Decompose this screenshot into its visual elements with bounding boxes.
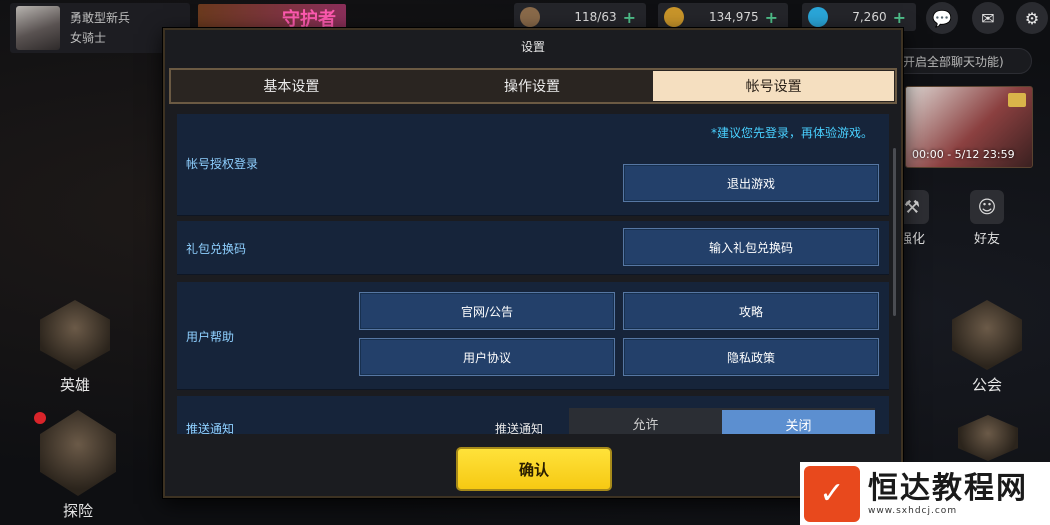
official-site-button[interactable]: 官网/公告 — [359, 292, 615, 330]
player-avatar — [16, 6, 60, 50]
site-watermark: ✓ 恒达教程网 www.sxhdcj.com — [800, 462, 1050, 525]
event-card[interactable]: 00:00 - 5/12 23:59 — [905, 86, 1033, 168]
coffee-icon — [520, 7, 540, 27]
gold-value: 134,975 — [708, 10, 759, 24]
account-login-row: 帐号授权登录 *建议您先登录，再体验游戏。 退出游戏 — [177, 114, 889, 216]
gold-coin-icon — [664, 7, 684, 27]
player-rank: 勇敢型新兵 — [70, 11, 131, 25]
explore-label: 探险 — [62, 502, 93, 520]
guild-shield-icon — [952, 300, 1022, 370]
watermark-url: www.sxhdcj.com — [868, 505, 958, 516]
event-time: 00:00 - 5/12 23:59 — [912, 148, 1015, 161]
push-notification-row: 推送通知 推送通知 允许 关闭 — [177, 396, 889, 434]
hero-emblem-icon — [40, 300, 110, 370]
push-toggle[interactable]: 允许 关闭 — [569, 408, 875, 434]
gem-value: 7,260 — [852, 10, 887, 24]
tab-control-settings[interactable]: 操作设置 — [412, 70, 653, 102]
watermark-name: 恒达教程网 — [868, 470, 1028, 506]
privacy-policy-button[interactable]: 隐私政策 — [623, 338, 879, 376]
tab-basic-settings[interactable]: 基本设置 — [171, 70, 412, 102]
push-notification-label: 推送通知 — [186, 422, 235, 434]
chat-pill-text: 开启全部聊天功能) — [903, 54, 1004, 69]
guide-button[interactable]: 攻略 — [623, 292, 879, 330]
guild-label: 公会 — [971, 376, 1002, 394]
add-gold-icon[interactable]: + — [765, 8, 778, 27]
push-notification-sublabel: 推送通知 — [495, 422, 544, 434]
content-scrollbar[interactable] — [893, 148, 896, 316]
logout-button[interactable]: 退出游戏 — [623, 164, 879, 202]
compass-emblem-icon — [40, 410, 116, 496]
locked-feature — [958, 415, 1018, 465]
gem-icon — [808, 7, 828, 27]
gift-code-label: 礼包兑换码 — [186, 242, 247, 256]
enter-gift-code-button[interactable]: 输入礼包兑换码 — [623, 228, 879, 266]
friends-button[interactable]: ☺ 好友 — [970, 190, 1004, 247]
settings-tabs: 基本设置 操作设置 帐号设置 — [169, 68, 897, 104]
crown-icon — [1008, 93, 1026, 107]
settings-content[interactable]: 帐号授权登录 *建议您先登录，再体验游戏。 退出游戏 礼包兑换码 输入礼包兑换码… — [175, 112, 891, 434]
settings-modal: 设置 基本设置 操作设置 帐号设置 帐号授权登录 *建议您先登录，再体验游戏。 … — [163, 28, 903, 498]
chat-toggle-pill[interactable]: 开启全部聊天功能) — [890, 48, 1032, 74]
modal-title: 设置 — [520, 40, 545, 54]
user-help-row: 用户帮助 官网/公告 攻略 用户协议 隐私政策 — [177, 282, 889, 390]
watermark-logo-icon: ✓ — [804, 465, 860, 522]
tab-account-settings[interactable]: 帐号设置 — [653, 71, 895, 101]
login-hint: *建议您先登录，再体验游戏。 — [710, 126, 873, 140]
stamina-counter[interactable]: 118/63 + — [514, 3, 646, 31]
add-gems-icon[interactable]: + — [893, 8, 906, 27]
guild-button[interactable]: 公会 — [952, 300, 1022, 395]
friends-icon: ☺ — [970, 190, 1004, 224]
explore-button[interactable]: 探险 — [40, 410, 116, 521]
user-help-label: 用户帮助 — [186, 330, 235, 344]
lock-icon — [958, 415, 1018, 461]
gold-counter[interactable]: 134,975 + — [658, 3, 788, 31]
friends-label: 好友 — [973, 232, 1000, 247]
user-agreement-button[interactable]: 用户协议 — [359, 338, 615, 376]
heroes-label: 英雄 — [59, 376, 90, 394]
confirm-button[interactable]: 确认 — [456, 447, 612, 491]
player-class: 女骑士 — [70, 31, 107, 45]
push-off-option[interactable]: 关闭 — [722, 410, 875, 434]
push-allow-option[interactable]: 允许 — [569, 408, 722, 434]
gear-icon[interactable]: ⚙ — [1016, 2, 1048, 34]
add-stamina-icon[interactable]: + — [623, 8, 636, 27]
stamina-value: 118/63 — [574, 10, 617, 24]
chat-bubble-icon[interactable]: 💬 — [926, 2, 958, 34]
mail-icon[interactable]: ✉ — [972, 2, 1004, 34]
heroes-button[interactable]: 英雄 — [40, 300, 110, 395]
gem-counter[interactable]: 7,260 + — [802, 3, 916, 31]
gift-code-row: 礼包兑换码 输入礼包兑换码 — [177, 221, 889, 275]
account-login-label: 帐号授权登录 — [186, 157, 259, 171]
